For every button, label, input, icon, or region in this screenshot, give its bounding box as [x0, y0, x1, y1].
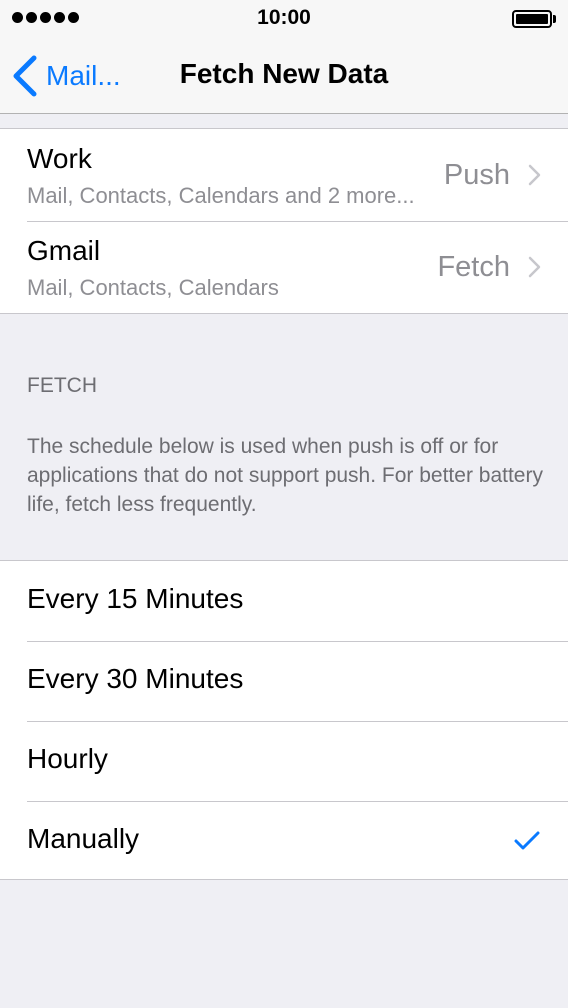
- status-time: 10:00: [257, 6, 311, 29]
- account-row-work[interactable]: Work Mail, Contacts, Calendars and 2 mor…: [0, 129, 568, 221]
- checkmark-icon: [514, 831, 540, 851]
- schedule-option-15-minutes[interactable]: Every 15 Minutes: [0, 561, 568, 641]
- account-fetch-mode: Fetch: [437, 251, 510, 283]
- schedule-option-label: Every 30 Minutes: [27, 663, 244, 694]
- schedule-option-label: Hourly: [27, 743, 108, 774]
- account-name: Work: [27, 143, 92, 174]
- schedule-option-label: Manually: [27, 823, 140, 854]
- section-description: The schedule below is used when push is …: [27, 435, 543, 516]
- account-name: Gmail: [27, 235, 101, 266]
- schedule-option-hourly[interactable]: Hourly: [0, 721, 568, 801]
- account-row-gmail[interactable]: Gmail Mail, Contacts, Calendars Fetch: [0, 221, 568, 313]
- chevron-right-icon: [528, 164, 542, 186]
- fetch-schedule-list: Every 15 Minutes Every 30 Minutes Hourly…: [0, 560, 568, 880]
- status-bar: 10:00: [0, 0, 568, 38]
- schedule-option-30-minutes[interactable]: Every 30 Minutes: [0, 641, 568, 721]
- account-services: Mail, Contacts, Calendars and 2 more...: [27, 183, 415, 208]
- section-header-fetch: FETCH: [27, 374, 97, 397]
- navigation-bar: Mail... Fetch New Data: [0, 38, 568, 114]
- schedule-option-label: Every 15 Minutes: [27, 583, 244, 614]
- schedule-option-manually[interactable]: Manually: [0, 801, 568, 881]
- battery-icon: [512, 10, 556, 28]
- account-services: Mail, Contacts, Calendars: [27, 275, 279, 300]
- page-title: Fetch New Data: [179, 58, 389, 89]
- account-fetch-mode: Push: [443, 159, 510, 191]
- accounts-list: Work Mail, Contacts, Calendars and 2 mor…: [0, 128, 568, 314]
- chevron-right-icon: [528, 256, 542, 278]
